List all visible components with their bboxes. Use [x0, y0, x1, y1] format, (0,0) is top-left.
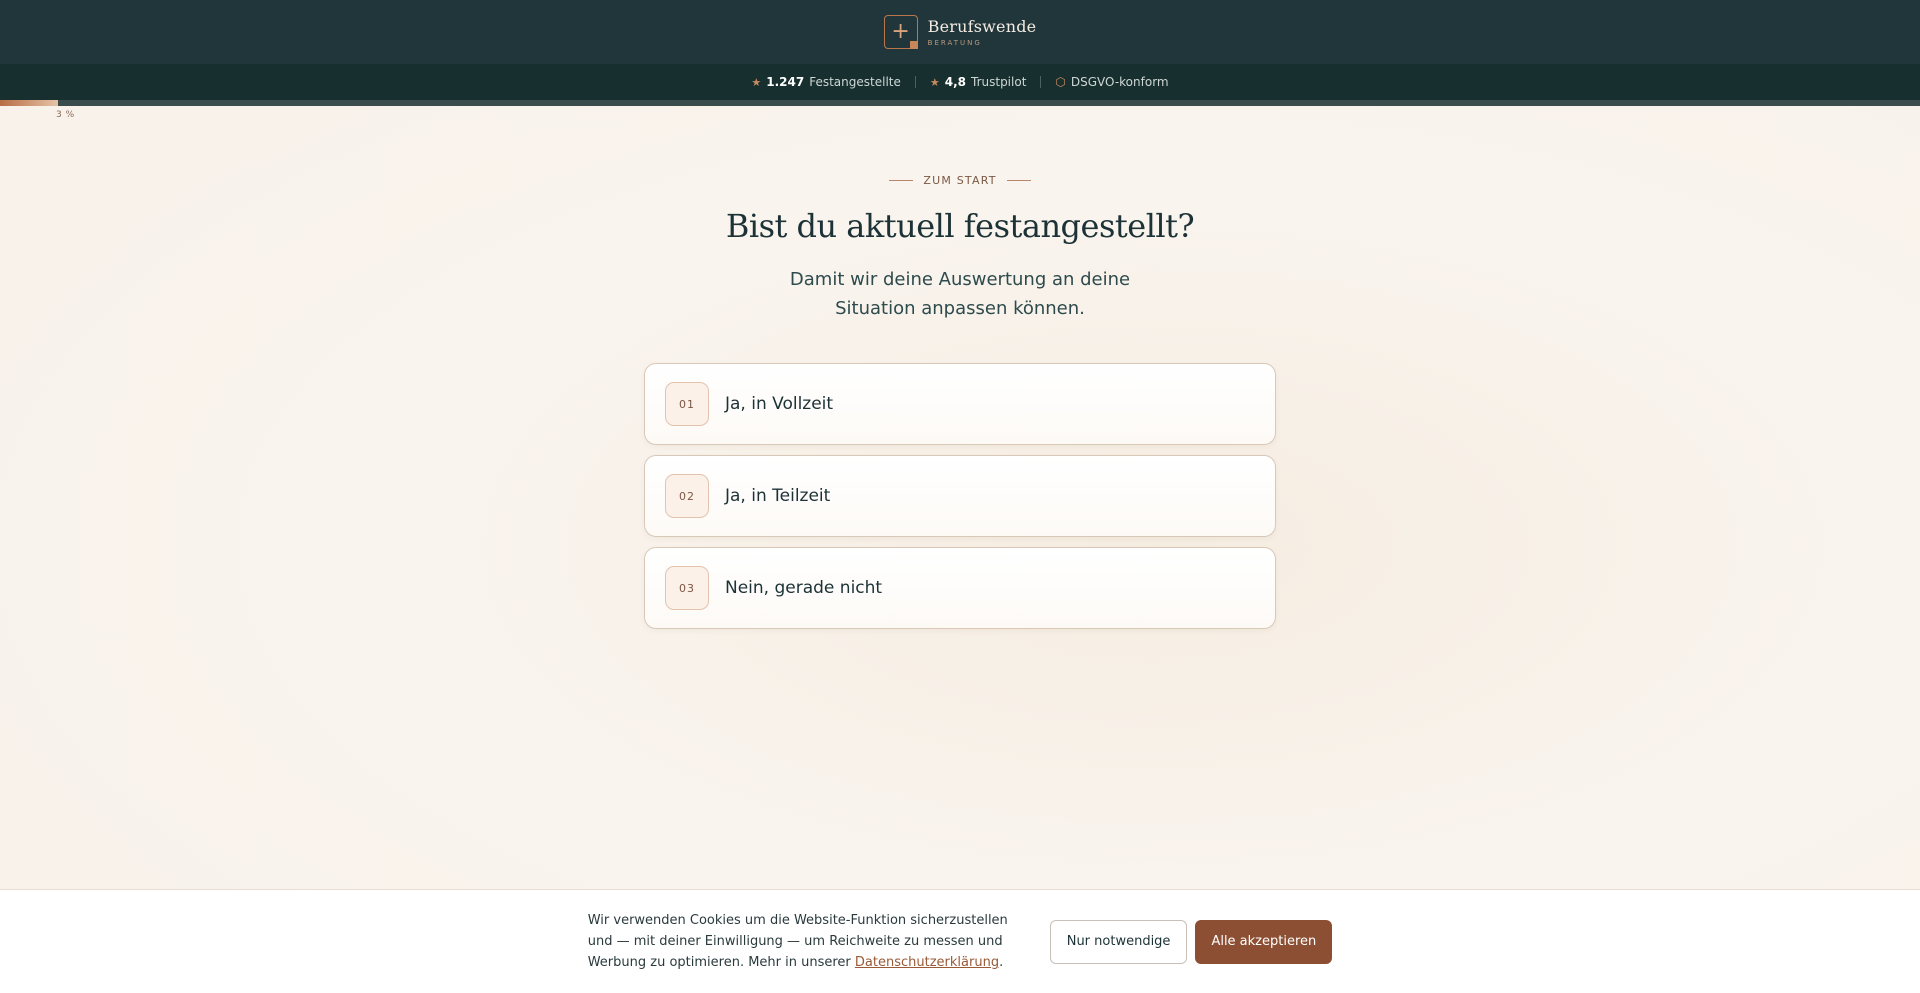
logo-icon: + — [883, 15, 918, 49]
trust-label: DSGVO-konform — [1070, 75, 1169, 89]
progress-fill — [0, 100, 58, 106]
answer-option-not-employed[interactable]: 03 Nein, gerade nicht — [644, 547, 1276, 629]
cookie-message-end: . — [999, 955, 1004, 970]
trust-item-trustpilot: ★ 4,8 Trustpilot — [916, 75, 1041, 89]
privacy-policy-link[interactable]: Datenschutzerklärung — [855, 955, 999, 970]
eyebrow-line-left — [889, 180, 914, 181]
answer-option-parttime[interactable]: 02 Ja, in Teilzeit — [644, 455, 1276, 537]
question-title: Bist du aktuell festangestellt? — [725, 207, 1195, 245]
option-label: Ja, in Teilzeit — [725, 486, 831, 506]
answer-option-fulltime[interactable]: 01 Ja, in Vollzeit — [644, 363, 1276, 445]
star-icon: ★ — [751, 75, 762, 89]
question-panel: ZUM START Bist du aktuell festangestellt… — [0, 174, 1920, 629]
trust-label: Festangestellte — [809, 75, 901, 89]
option-number-badge: 01 — [665, 382, 709, 426]
eyebrow-line-right — [1006, 180, 1031, 181]
star-icon: ★ — [929, 75, 940, 89]
option-number-badge: 02 — [665, 474, 709, 518]
brand-subtitle: BERATUNG — [927, 39, 982, 47]
answer-options: 01 Ja, in Vollzeit 02 Ja, in Teilzeit 03… — [644, 363, 1276, 629]
option-number-badge: 03 — [665, 566, 709, 610]
cookie-text: Wir verwenden Cookies um die Website-Fun… — [588, 910, 1018, 973]
step-eyebrow: ZUM START — [889, 174, 1031, 187]
site-header: + Berufswende BERATUNG — [0, 0, 1920, 64]
brand-text: Berufswende BERATUNG — [928, 17, 1037, 47]
trust-value: 4,8 — [944, 75, 966, 89]
option-label: Ja, in Vollzeit — [725, 394, 834, 414]
brand-name: Berufswende — [927, 17, 1037, 36]
trust-value: 1.247 — [766, 75, 805, 89]
trust-label: Trustpilot — [971, 75, 1027, 89]
cookie-banner: Wir verwenden Cookies um die Website-Fun… — [0, 889, 1920, 993]
option-label: Nein, gerade nicht — [725, 578, 883, 598]
question-subtitle: Damit wir deine Auswertung an deine Situ… — [789, 269, 1131, 319]
cookie-buttons: Nur notwendige Alle akzeptieren — [1049, 919, 1333, 964]
eyebrow-label: ZUM START — [923, 174, 997, 187]
progress-bar — [0, 100, 1920, 106]
trust-item-dsgvo: ⬡ DSGVO-konform — [1041, 75, 1182, 89]
brand-logo[interactable]: + Berufswende BERATUNG — [883, 15, 1037, 49]
necessary-only-button[interactable]: Nur notwendige — [1049, 919, 1188, 964]
shield-icon: ⬡ — [1055, 75, 1066, 89]
progress-label: 3 % — [56, 110, 75, 120]
trust-item-employees: ★ 1.247 Festangestellte — [737, 75, 914, 89]
trust-bar: ★ 1.247 Festangestellte ★ 4,8 Trustpilot… — [0, 64, 1920, 100]
accept-all-button[interactable]: Alle akzeptieren — [1195, 919, 1333, 964]
logo-corner-mark — [909, 41, 918, 49]
logo-plus-glyph: + — [891, 19, 910, 44]
